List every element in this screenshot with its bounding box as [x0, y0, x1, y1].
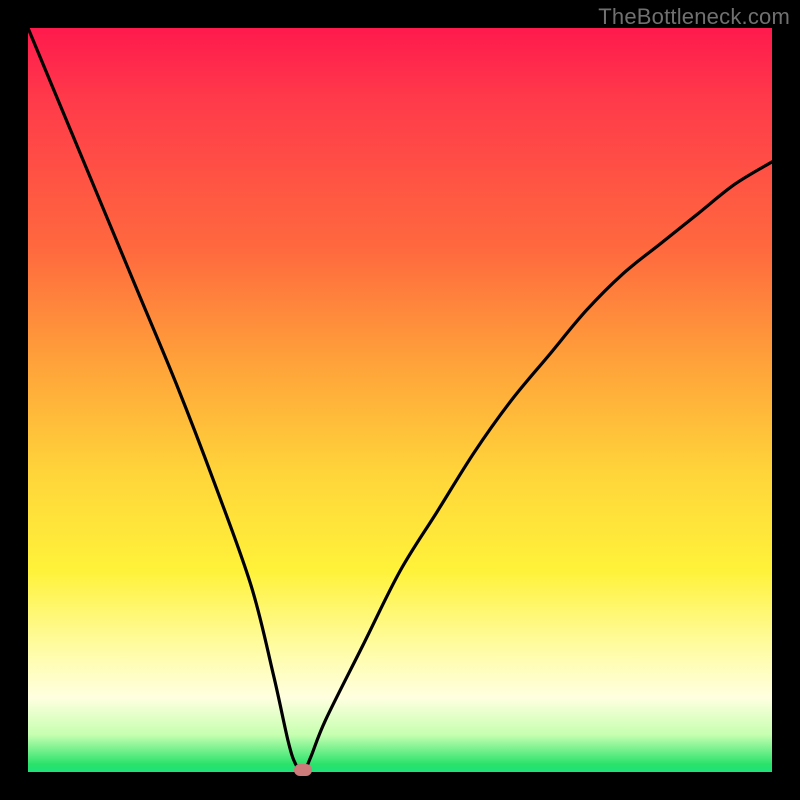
bottleneck-curve — [28, 28, 772, 772]
plot-area — [28, 28, 772, 772]
min-marker — [294, 764, 312, 776]
watermark-text: TheBottleneck.com — [598, 4, 790, 30]
chart-frame: TheBottleneck.com — [0, 0, 800, 800]
